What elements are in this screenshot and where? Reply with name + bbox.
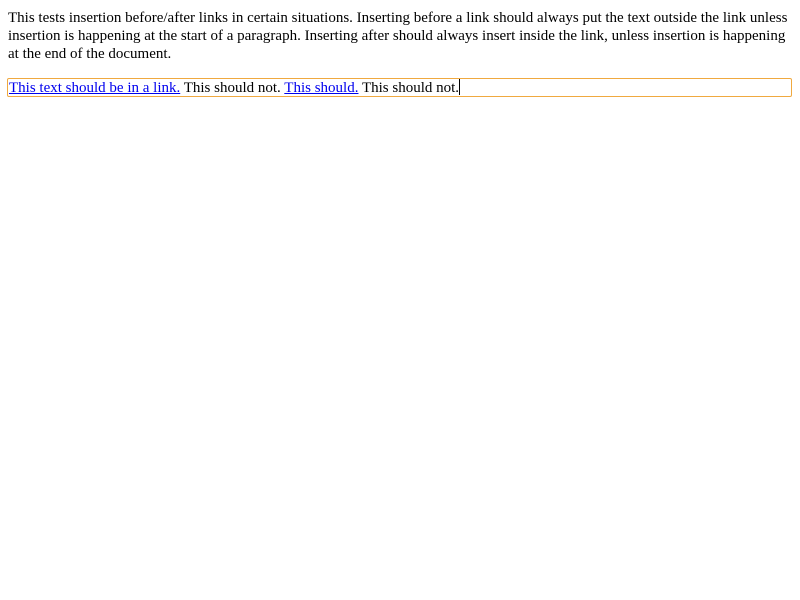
plain-text-this-should-not-2: This should not. xyxy=(358,80,460,96)
link-this-should[interactable]: This should. xyxy=(284,80,358,96)
editable-line: This text should be in a link. This shou… xyxy=(9,79,461,97)
editable-region[interactable]: This text should be in a link. This shou… xyxy=(7,78,792,97)
text-caret xyxy=(459,79,461,95)
plain-text-this-should-not-1: This should not. xyxy=(180,80,285,96)
link-this-text-should-be-in-a-link[interactable]: This text should be in a link. xyxy=(9,80,180,96)
test-description: This tests insertion before/after links … xyxy=(8,10,788,62)
